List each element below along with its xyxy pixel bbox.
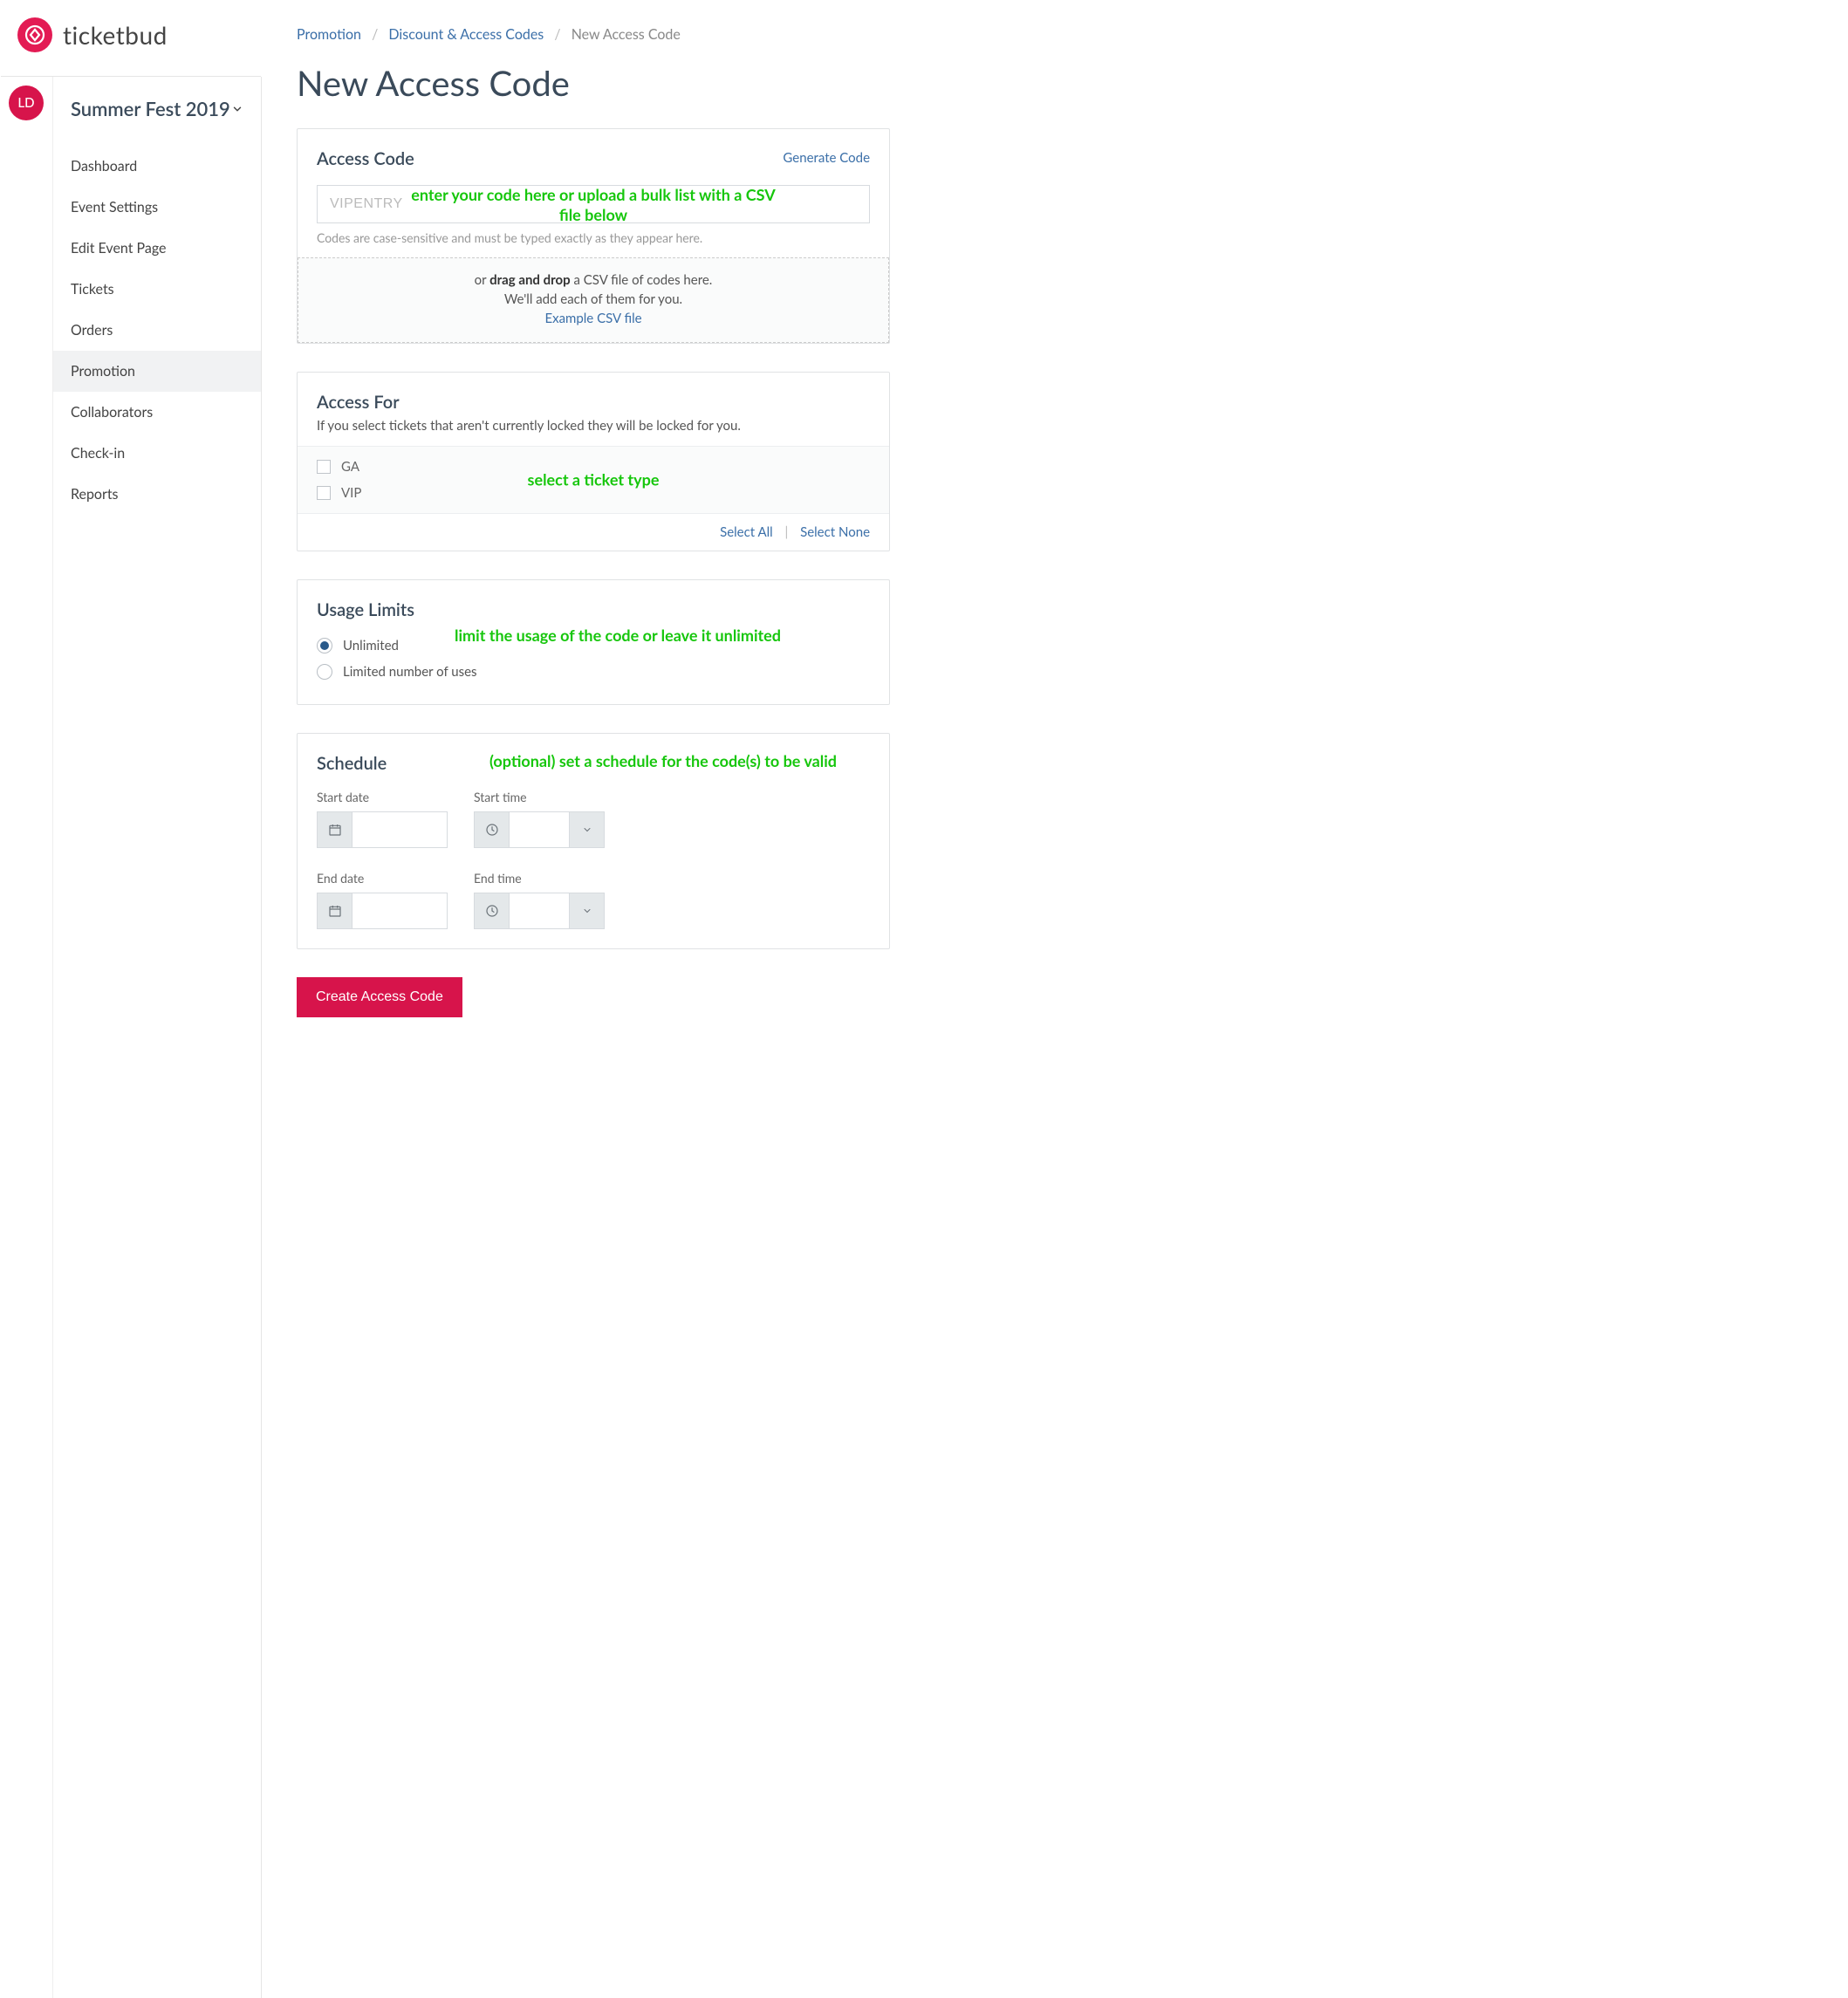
end-date-input[interactable] <box>352 893 447 928</box>
start-date-input[interactable] <box>352 812 447 847</box>
start-date-picker[interactable] <box>317 811 448 848</box>
access-code-input[interactable] <box>317 185 870 223</box>
schedule-title: Schedule <box>317 753 870 774</box>
csv-dropzone[interactable]: or drag and drop a CSV file of codes her… <box>298 257 889 343</box>
event-title: Summer Fest 2019 <box>71 96 230 123</box>
sidebar-item-promotion[interactable]: Promotion <box>53 351 261 392</box>
nav-list: Dashboard Event Settings Edit Event Page… <box>53 146 261 515</box>
sidebar-item-tickets[interactable]: Tickets <box>53 269 261 310</box>
main-content: Promotion / Discount & Access Codes / Ne… <box>262 0 925 1998</box>
example-csv-link[interactable]: Example CSV file <box>307 311 880 326</box>
breadcrumb: Promotion / Discount & Access Codes / Ne… <box>297 26 890 43</box>
breadcrumb-current: New Access Code <box>572 26 681 43</box>
sidebar: Summer Fest 2019 Dashboard Event Setting… <box>52 77 262 1998</box>
access-for-title: Access For <box>317 392 870 413</box>
end-time-value <box>510 893 569 928</box>
end-time-label: End time <box>474 871 605 886</box>
avatar[interactable]: LD <box>9 86 44 120</box>
select-divider: | <box>785 524 789 540</box>
ticket-type-list: GA VIP select a ticket type <box>298 446 889 514</box>
radio-limited-label: Limited number of uses <box>343 664 477 680</box>
radio-unlimited-label: Unlimited <box>343 638 399 653</box>
select-none-link[interactable]: Select None <box>800 524 870 540</box>
brand-name: ticketbud <box>63 20 168 50</box>
checkbox-ga[interactable] <box>317 460 331 474</box>
access-code-helper: Codes are case-sensitive and must be typ… <box>317 230 870 245</box>
radio-limited[interactable] <box>317 664 332 680</box>
event-selector[interactable]: Summer Fest 2019 <box>53 77 261 146</box>
radio-unlimited[interactable] <box>317 638 332 653</box>
calendar-icon <box>318 812 352 847</box>
ticket-row-ga: GA <box>317 454 870 480</box>
select-all-link[interactable]: Select All <box>720 524 773 540</box>
calendar-icon <box>318 893 352 928</box>
sidebar-item-check-in[interactable]: Check-in <box>53 433 261 474</box>
breadcrumb-separator: / <box>372 26 378 43</box>
ticket-label-vip: VIP <box>341 485 361 501</box>
breadcrumb-separator: / <box>554 26 560 43</box>
clock-icon <box>475 893 510 928</box>
start-time-label: Start time <box>474 790 605 804</box>
dropzone-text-2: We'll add each of them for you. <box>307 291 880 307</box>
sidebar-item-collaborators[interactable]: Collaborators <box>53 392 261 433</box>
ticket-row-vip: VIP <box>317 480 870 506</box>
chevron-down-icon[interactable] <box>569 893 604 928</box>
usage-limits-title: Usage Limits <box>317 599 870 620</box>
access-code-card: Access Code Generate Code enter your cod… <box>297 128 890 344</box>
page-title: New Access Code <box>297 62 890 104</box>
checkbox-vip[interactable] <box>317 486 331 500</box>
brand-header: ticketbud <box>17 17 168 52</box>
access-for-card: Access For If you select tickets that ar… <box>297 372 890 551</box>
sidebar-item-reports[interactable]: Reports <box>53 474 261 515</box>
dropzone-text-1: or drag and drop a CSV file of codes her… <box>307 272 880 288</box>
ticket-label-ga: GA <box>341 459 359 475</box>
start-time-value <box>510 812 569 847</box>
create-access-code-button[interactable]: Create Access Code <box>297 977 462 1017</box>
usage-limits-card: Usage Limits Unlimited Limited number of… <box>297 579 890 705</box>
clock-icon <box>475 812 510 847</box>
sidebar-item-orders[interactable]: Orders <box>53 310 261 351</box>
brand-logo-icon <box>17 17 52 52</box>
usage-option-unlimited-row: Unlimited <box>317 633 870 659</box>
chevron-down-icon <box>231 103 243 115</box>
end-date-picker[interactable] <box>317 893 448 929</box>
select-actions: Select All | Select None <box>298 514 889 551</box>
schedule-card: Schedule (optional) set a schedule for t… <box>297 733 890 949</box>
breadcrumb-promotion[interactable]: Promotion <box>297 26 361 43</box>
start-time-picker[interactable] <box>474 811 605 848</box>
breadcrumb-discount-codes[interactable]: Discount & Access Codes <box>388 26 544 43</box>
end-time-picker[interactable] <box>474 893 605 929</box>
start-date-label: Start date <box>317 790 448 804</box>
sidebar-item-event-settings[interactable]: Event Settings <box>53 187 261 228</box>
end-date-label: End date <box>317 871 448 886</box>
generate-code-link[interactable]: Generate Code <box>783 150 870 166</box>
sidebar-item-dashboard[interactable]: Dashboard <box>53 146 261 187</box>
sidebar-item-edit-event-page[interactable]: Edit Event Page <box>53 228 261 269</box>
chevron-down-icon[interactable] <box>569 812 604 847</box>
access-for-sub: If you select tickets that aren't curren… <box>317 418 870 434</box>
usage-option-limited-row: Limited number of uses <box>317 659 870 685</box>
